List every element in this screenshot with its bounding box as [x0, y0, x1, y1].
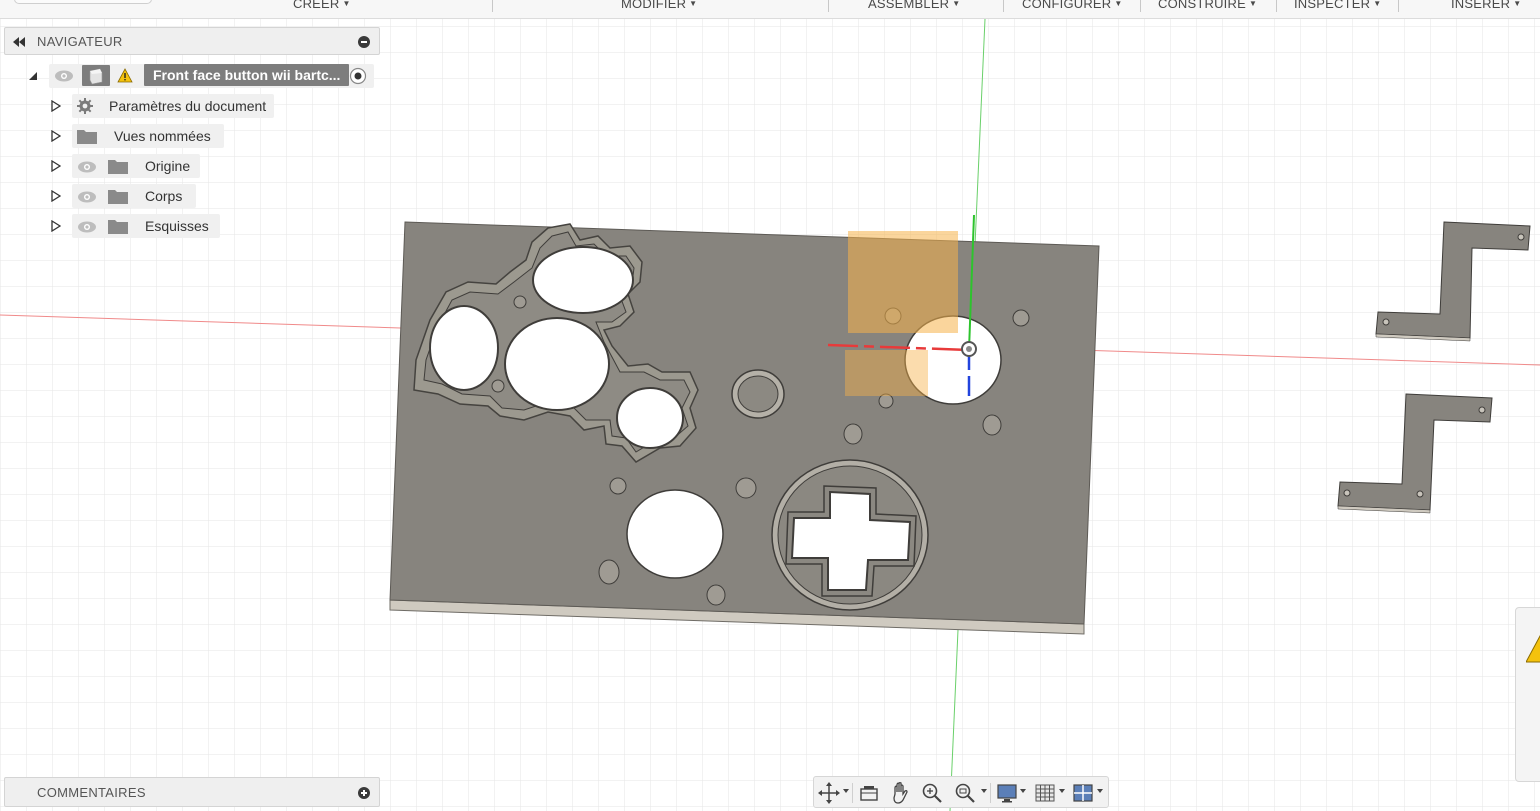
menu-construire[interactable]: CONSTRUIRE ▼: [1158, 0, 1257, 11]
chevron-down-icon: ▼: [1373, 0, 1382, 8]
display-settings-icon[interactable]: [996, 781, 1018, 805]
add-comment-icon[interactable]: [358, 787, 370, 799]
menu-assembler-label: ASSEMBLER: [868, 0, 950, 11]
navbar-divider: [990, 783, 991, 803]
gear-icon: [77, 98, 93, 114]
folder-icon: [77, 130, 97, 144]
hole-bottom-left: [626, 489, 724, 579]
menu-modifier-label: MODIFIER: [621, 0, 687, 11]
toolbar-divider: [1398, 0, 1399, 12]
eye-icon[interactable]: [76, 219, 98, 235]
selection-highlight-lower: [845, 350, 928, 396]
tree-item-label: Origine: [145, 158, 191, 174]
chevron-down-icon[interactable]: [1059, 789, 1065, 793]
comments-title: COMMENTAIRES: [37, 785, 146, 800]
zoom-window-icon[interactable]: [954, 781, 976, 805]
eye-icon[interactable]: [76, 189, 98, 205]
folder-icon: [108, 160, 128, 174]
menu-configurer[interactable]: CONFIGURER ▼: [1022, 0, 1123, 11]
tree-item-label: Paramètres du document: [109, 98, 267, 114]
collapsed-triangle-icon[interactable]: [51, 220, 61, 232]
menu-assembler[interactable]: ASSEMBLER ▼: [868, 0, 960, 11]
toolbar-divider: [1276, 0, 1277, 12]
chevron-down-icon[interactable]: [981, 789, 987, 793]
menu-creer-label: CRÉER: [293, 0, 340, 11]
comments-panel[interactable]: COMMENTAIRES: [4, 777, 380, 807]
orbit-move-icon[interactable]: [818, 781, 840, 805]
chevron-down-icon: ▼: [342, 0, 351, 8]
component-icon: [82, 65, 110, 86]
toolbar-divider: [1140, 0, 1141, 12]
browser-navigator: NAVIGATEUR Front face button wii bartc..…: [4, 27, 380, 243]
collapsed-triangle-icon[interactable]: [51, 100, 61, 112]
menu-configurer-label: CONFIGURER: [1022, 0, 1112, 11]
hole-top: [532, 246, 634, 314]
chevron-down-icon: ▼: [1513, 0, 1522, 8]
expanded-triangle-icon[interactable]: [28, 70, 38, 82]
body-front-plate[interactable]: [389, 221, 1100, 635]
collapsed-triangle-icon[interactable]: [51, 190, 61, 202]
menu-modifier[interactable]: MODIFIER ▼: [621, 0, 697, 11]
navigator-header: NAVIGATEUR: [4, 27, 380, 55]
navbar-divider: [852, 783, 853, 803]
chevron-down-icon: ▼: [1248, 0, 1258, 8]
viewports-icon[interactable]: [1072, 781, 1094, 805]
chevron-down-icon[interactable]: [1097, 789, 1103, 793]
collapsed-triangle-icon[interactable]: [51, 160, 61, 172]
menu-inserer[interactable]: INSÉRER ▼: [1451, 0, 1521, 11]
minimize-icon[interactable]: [358, 36, 370, 48]
tree-item-label: Corps: [145, 188, 183, 204]
tree-item-document-settings[interactable]: Paramètres du document: [4, 94, 380, 118]
menu-construire-label: CONSTRUIRE: [1158, 0, 1246, 11]
grid-settings-icon[interactable]: [1034, 781, 1056, 805]
notification-side-panel[interactable]: [1515, 607, 1540, 782]
eye-icon[interactable]: [53, 68, 75, 84]
zoom-icon[interactable]: [921, 781, 943, 805]
folder-icon: [108, 190, 128, 204]
toolbar-divider: [1003, 0, 1004, 12]
folder-icon: [108, 220, 128, 234]
activate-radio-icon[interactable]: [349, 67, 367, 85]
tree-root-row[interactable]: Front face button wii bartc...: [4, 64, 380, 88]
tree-item-origin[interactable]: Origine: [4, 154, 380, 178]
toolbar-divider: [828, 0, 829, 12]
tree-item-bodies[interactable]: Corps: [4, 184, 380, 208]
warning-icon: [117, 68, 133, 83]
look-at-icon[interactable]: [858, 781, 880, 805]
hole-small-right: [616, 387, 684, 449]
tree-item-label: Vues nommées: [114, 128, 211, 144]
menu-inserer-label: INSÉRER: [1451, 0, 1511, 11]
toolbar-workspace-box[interactable]: [14, 0, 152, 4]
warning-icon: [1526, 634, 1540, 663]
chevron-down-icon: ▼: [1114, 0, 1123, 8]
hole-center: [504, 317, 610, 411]
root-component-label[interactable]: Front face button wii bartc...: [144, 64, 350, 86]
chevron-down-icon: ▼: [952, 0, 961, 8]
eye-icon[interactable]: [76, 159, 98, 175]
viewport-navigation-bar: [813, 776, 1109, 808]
collapsed-triangle-icon[interactable]: [51, 130, 61, 142]
tree-item-named-views[interactable]: Vues nommées: [4, 124, 380, 148]
tree-item-sketches[interactable]: Esquisses: [4, 214, 380, 238]
tree-item-label: Esquisses: [145, 218, 209, 234]
menu-creer[interactable]: CRÉER ▼: [293, 0, 351, 11]
main-toolbar: CRÉER ▼ MODIFIER ▼ ASSEMBLER ▼ CONFIGURER ▼ …: [0, 0, 1540, 19]
selection-highlight-upper: [848, 231, 958, 333]
chevron-down-icon: ▼: [689, 0, 698, 8]
chevron-down-icon[interactable]: [843, 789, 849, 793]
hole-left: [429, 305, 499, 391]
menu-inspecter[interactable]: INSPECTER ▼: [1294, 0, 1381, 11]
chevron-down-icon[interactable]: [1020, 789, 1026, 793]
menu-inspecter-label: INSPECTER: [1294, 0, 1371, 11]
toolbar-divider: [492, 0, 493, 12]
pan-hand-icon[interactable]: [889, 781, 911, 805]
collapse-left-icon[interactable]: [12, 37, 26, 47]
navigator-title: NAVIGATEUR: [37, 34, 123, 49]
